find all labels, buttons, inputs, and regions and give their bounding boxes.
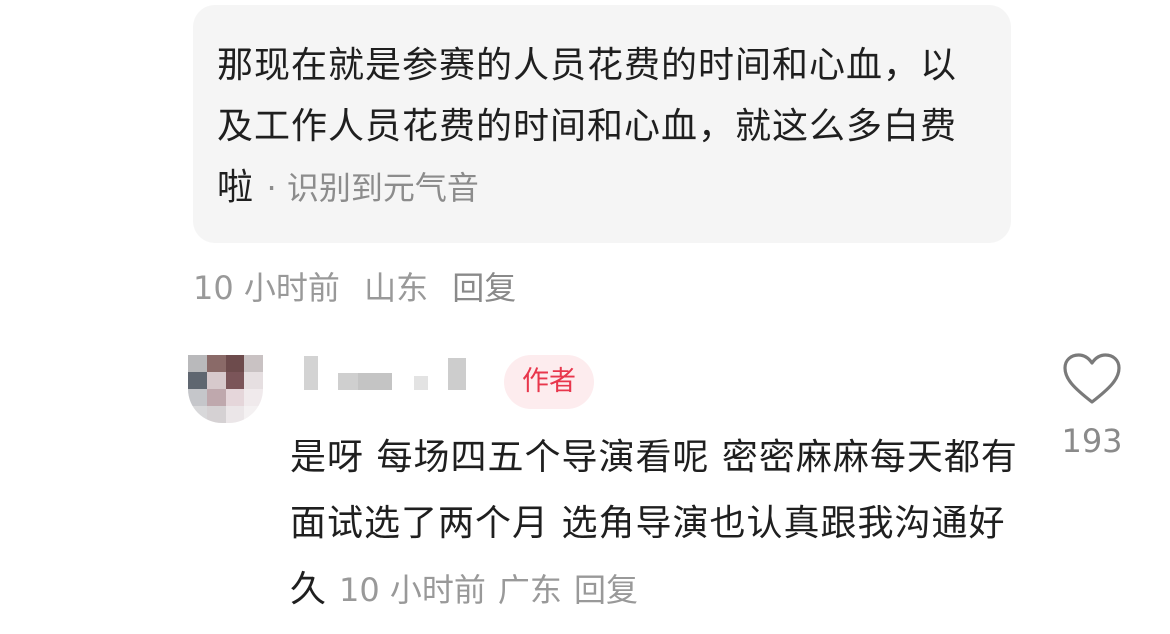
reply-comment-location: 广东 — [497, 571, 562, 609]
reply-button[interactable]: 回复 — [574, 571, 638, 609]
like-control[interactable]: 193 — [1056, 352, 1128, 460]
reply-comment-time: 10 小时前 — [339, 571, 486, 609]
quoted-comment-bubble: 那现在就是参赛的人员花费的时间和心血，以及工作人员花费的时间和心血，就这么多白费… — [193, 5, 1011, 243]
reply-comment-text: 是呀 每场四五个导演看呢 密密麻麻每天都有面试选了两个月 选角导演也认真跟我沟通… — [290, 425, 1030, 623]
author-badge: 作者 — [504, 355, 594, 409]
voice-recognition-tag: · 识别到元气音 — [266, 169, 479, 207]
reply-comment-meta: 10 小时前 广东 回复 — [327, 571, 638, 609]
like-count: 193 — [1061, 422, 1123, 460]
parent-comment-text: 那现在就是参赛的人员花费的时间和心血，以及工作人员花费的时间和心血，就这么多白费… — [217, 35, 987, 219]
parent-reply-button[interactable]: 回复 — [452, 269, 516, 307]
parent-comment-location: 山东 — [364, 269, 429, 307]
heart-outline-icon[interactable] — [1062, 352, 1122, 406]
avatar[interactable] — [188, 355, 263, 423]
parent-comment-time: 10 小时前 — [193, 269, 340, 307]
parent-comment-meta: 10 小时前 山东 回复 — [193, 263, 530, 309]
